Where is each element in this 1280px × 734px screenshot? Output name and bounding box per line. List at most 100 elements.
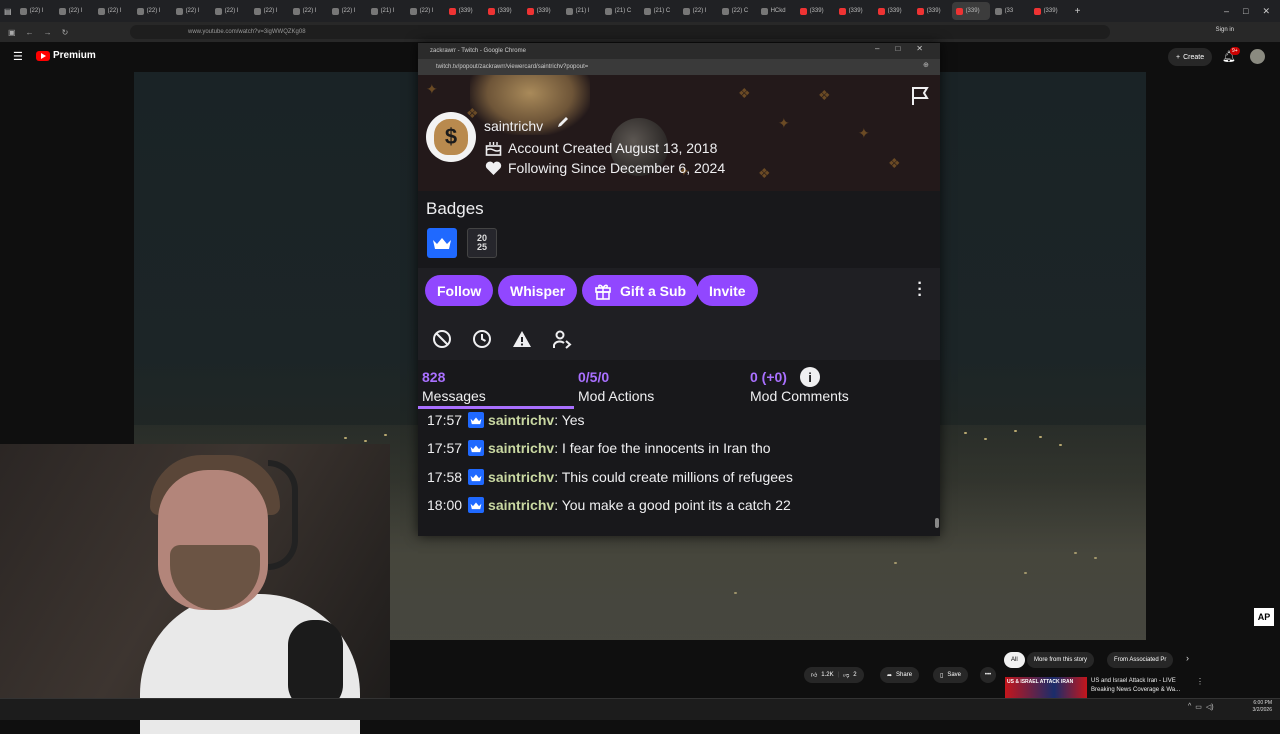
save-button[interactable]: ▯ Save bbox=[933, 667, 968, 683]
browser-tab[interactable]: (22) I bbox=[679, 2, 717, 20]
chip-associated-press[interactable]: From Associated Pr bbox=[1107, 652, 1174, 668]
browser-tab[interactable]: (22) I bbox=[250, 2, 288, 20]
browser-tab[interactable]: (22) I bbox=[328, 2, 366, 20]
tab-title: (21) I bbox=[575, 8, 590, 14]
add-moderator-icon[interactable] bbox=[551, 328, 573, 350]
browser-tab[interactable]: (33 bbox=[991, 2, 1029, 20]
address-bar[interactable]: www.youtube.com/watch?v=3igWWQZKg08 bbox=[130, 25, 1110, 39]
browser-tab[interactable]: (339) bbox=[445, 2, 483, 20]
browser-tab[interactable]: (339) bbox=[523, 2, 561, 20]
browser-window-controls: – □ ✕ bbox=[1224, 6, 1280, 17]
gift-sub-button[interactable]: Gift a Sub bbox=[582, 275, 699, 306]
heart-icon bbox=[485, 161, 502, 175]
browser-tab[interactable]: (339) bbox=[951, 2, 990, 20]
chip-more-from-story[interactable]: More from this story bbox=[1027, 652, 1095, 668]
year-2025-badge[interactable]: 20 25 bbox=[467, 228, 497, 258]
kebab-menu-icon[interactable]: ⋮ bbox=[1196, 677, 1204, 686]
close-icon[interactable]: ✕ bbox=[916, 44, 923, 53]
browser-tab[interactable]: (21) C bbox=[601, 2, 639, 20]
thumbs-down-icon[interactable]: 👎︎ bbox=[843, 671, 849, 679]
zoom-icon[interactable]: ⊕ bbox=[923, 61, 929, 69]
chevron-right-icon[interactable]: › bbox=[1186, 653, 1189, 663]
tab-favicon-icon bbox=[526, 7, 534, 15]
sign-in-button[interactable]: Sign in bbox=[1216, 27, 1234, 33]
menu-icon[interactable]: ☰ bbox=[13, 50, 23, 63]
tab-favicon-icon bbox=[292, 7, 300, 15]
chat-username[interactable]: saintrichv bbox=[488, 497, 554, 513]
browser-tab[interactable]: (21) C bbox=[640, 2, 678, 20]
forward-icon[interactable]: → bbox=[44, 28, 52, 37]
more-actions-button[interactable]: ••• bbox=[980, 667, 996, 683]
minimize-icon[interactable]: – bbox=[1224, 6, 1229, 17]
new-tab-icon[interactable]: + bbox=[1069, 6, 1087, 17]
minimize-icon[interactable]: – bbox=[875, 44, 879, 53]
chat-username[interactable]: saintrichv bbox=[488, 469, 554, 485]
browser-tab[interactable]: (22) I bbox=[211, 2, 249, 20]
tab-mod-actions[interactable]: 0/5/0 Mod Actions bbox=[578, 369, 654, 404]
recommendation-title[interactable]: US and Israel Attack Iran - LIVE Breakin… bbox=[1091, 677, 1199, 695]
info-icon[interactable]: i bbox=[800, 367, 820, 387]
reload-icon[interactable]: ↻ bbox=[62, 28, 69, 37]
warning-icon[interactable] bbox=[511, 328, 533, 350]
browser-tab[interactable]: (339) bbox=[835, 2, 873, 20]
recommendation-thumbnail[interactable]: US & ISRAEL ATTACK IRAN bbox=[1005, 677, 1087, 699]
like-dislike-group[interactable]: 👍︎ 1.2K | 👎︎ 2 bbox=[804, 667, 864, 683]
tab-title: (22) I bbox=[185, 8, 200, 14]
chat-username[interactable]: saintrichv bbox=[488, 412, 554, 428]
browser-tab[interactable]: (21) I bbox=[367, 2, 405, 20]
sidebar-toggle-icon[interactable]: ▣ bbox=[8, 28, 16, 37]
chat-text: : You make a good point its a catch 22 bbox=[554, 497, 791, 513]
timeout-clock-icon[interactable] bbox=[471, 328, 493, 350]
volume-icon[interactable]: ◁) bbox=[1206, 703, 1214, 711]
tab-title: (339) bbox=[926, 8, 941, 14]
chip-all[interactable]: All bbox=[1004, 652, 1025, 668]
system-tray: ^ ▭ ◁) bbox=[1188, 703, 1214, 711]
network-icon[interactable]: ▭ bbox=[1195, 703, 1202, 711]
back-icon[interactable]: ← bbox=[26, 28, 34, 37]
viewer-username[interactable]: saintrichv bbox=[484, 118, 543, 134]
browser-tab[interactable]: (22) I bbox=[133, 2, 171, 20]
browser-tab[interactable]: (339) bbox=[796, 2, 834, 20]
invite-button[interactable]: Invite bbox=[697, 275, 758, 306]
create-button[interactable]: + Create bbox=[1168, 48, 1213, 66]
popup-window-controls: – □ ✕ bbox=[875, 44, 923, 53]
chat-scroll-thumb[interactable] bbox=[935, 518, 939, 528]
maximize-icon[interactable]: □ bbox=[895, 44, 900, 53]
whisper-button[interactable]: Whisper bbox=[498, 275, 578, 306]
browser-tab[interactable]: (22) C bbox=[718, 2, 756, 20]
pencil-icon[interactable] bbox=[556, 115, 570, 129]
tab-title: (339) bbox=[497, 8, 512, 14]
browser-tab[interactable]: (22) I bbox=[172, 2, 210, 20]
close-icon[interactable]: ✕ bbox=[1262, 6, 1270, 17]
more-options-icon[interactable]: · · · bbox=[912, 276, 928, 304]
clock-date: 3/2/2026 bbox=[1252, 707, 1272, 713]
clock[interactable]: 6:00 PM 3/2/2026 bbox=[1253, 700, 1272, 714]
browser-tab[interactable]: (339) bbox=[484, 2, 522, 20]
youtube-logo[interactable]: Premium bbox=[36, 50, 96, 61]
popup-title-bar[interactable]: zackrawrr - Twitch - Google Chrome bbox=[418, 43, 940, 59]
chat-message-list[interactable]: 17:57 saintrichv : Yes 17:57 saintrichv … bbox=[418, 410, 934, 536]
browser-tab[interactable]: (339) bbox=[874, 2, 912, 20]
tab-messages[interactable]: 828 Messages bbox=[422, 369, 486, 404]
chevron-up-icon[interactable]: ^ bbox=[1188, 703, 1191, 711]
browser-tab[interactable]: (22) I bbox=[55, 2, 93, 20]
browser-tab[interactable]: (339) bbox=[913, 2, 951, 20]
maximize-icon[interactable]: □ bbox=[1243, 6, 1248, 17]
browser-tab[interactable]: (22) I bbox=[16, 2, 54, 20]
follow-button[interactable]: Follow bbox=[425, 275, 494, 306]
report-flag-icon[interactable] bbox=[908, 84, 932, 108]
browser-tab[interactable]: (21) I bbox=[562, 2, 600, 20]
browser-tab[interactable]: (22) I bbox=[289, 2, 327, 20]
browser-tab[interactable]: HCkd bbox=[757, 2, 795, 20]
browser-tab[interactable]: (339) bbox=[1030, 2, 1068, 20]
browser-tab[interactable]: (22) I bbox=[406, 2, 444, 20]
popup-address-bar[interactable]: twitch.tv/popout/zackrawrr/viewercard/sa… bbox=[418, 59, 940, 75]
chat-username[interactable]: saintrichv bbox=[488, 440, 554, 456]
thumbs-up-icon[interactable]: 👍︎ bbox=[811, 671, 817, 679]
ban-icon[interactable] bbox=[431, 328, 453, 350]
subscriber-badge[interactable] bbox=[427, 228, 457, 258]
share-button[interactable]: ➦ Share bbox=[880, 667, 920, 683]
account-avatar[interactable] bbox=[1250, 49, 1265, 64]
browser-tab[interactable]: (22) I bbox=[94, 2, 132, 20]
tab-actions-icon[interactable]: ▤ bbox=[0, 7, 16, 16]
